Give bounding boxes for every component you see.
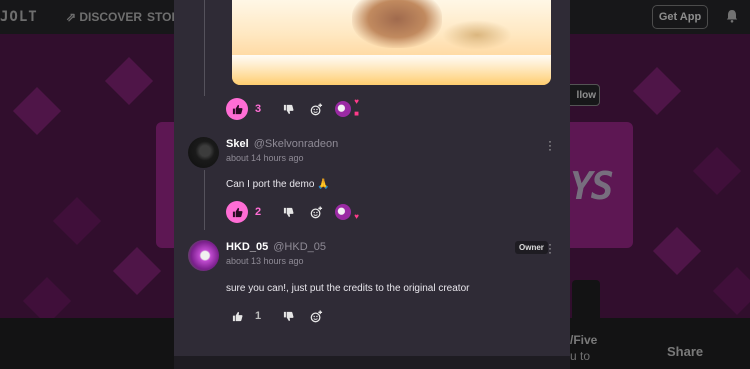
thumbs-down-icon xyxy=(283,311,293,321)
like-button[interactable] xyxy=(226,98,248,120)
more-icon[interactable]: · · · xyxy=(548,238,552,258)
heart-icon: ■ xyxy=(354,109,359,118)
like-count: 1 xyxy=(255,310,262,322)
add-reaction-button[interactable] xyxy=(307,100,325,118)
comment-handle[interactable]: @Skelvonradeon xyxy=(254,138,339,150)
avatar[interactable] xyxy=(188,240,219,271)
comment-username[interactable]: HKD_05 xyxy=(226,241,268,253)
like-count: 3 xyxy=(255,103,262,115)
like-button[interactable] xyxy=(226,305,248,327)
thumbs-up-icon xyxy=(232,104,242,114)
post-image[interactable] xyxy=(232,0,551,85)
comment-text: sure you can!, just put the credits to t… xyxy=(226,283,470,294)
comments-modal: 3 ♥ ■ Skel @Skelvonradeon about 14 hours… xyxy=(174,0,570,369)
comment-handle[interactable]: @HKD_05 xyxy=(273,241,326,253)
comment-text: Can I port the demo 🙏 xyxy=(226,179,330,190)
add-reaction-icon xyxy=(310,309,322,322)
like-button[interactable] xyxy=(226,201,248,223)
thread-line xyxy=(204,0,205,96)
like-count: 2 xyxy=(255,206,262,218)
comment-actions: 2 ♥ xyxy=(226,201,359,223)
comment-username[interactable]: Skel xyxy=(226,138,249,150)
owner-badge: Owner xyxy=(515,241,548,254)
thumbs-up-icon xyxy=(232,311,242,321)
add-reaction-icon xyxy=(310,102,322,115)
thumbs-up-icon xyxy=(232,207,242,217)
comment-time: about 14 hours ago xyxy=(226,153,304,163)
thumbs-down-icon xyxy=(283,207,293,217)
more-icon[interactable]: · · · xyxy=(548,135,552,155)
add-reaction-button[interactable] xyxy=(307,203,325,221)
avatar[interactable] xyxy=(188,137,219,168)
heart-icon: ♥ xyxy=(354,97,359,106)
heart-icon: ♥ xyxy=(354,212,359,221)
add-reaction-icon xyxy=(310,205,322,218)
reactor-avatar[interactable]: ♥ ■ xyxy=(335,98,359,118)
modal-footer xyxy=(174,356,570,369)
comment-actions: 1 xyxy=(226,305,325,327)
reactor-avatar[interactable]: ♥ xyxy=(335,204,359,221)
dislike-button[interactable] xyxy=(279,203,297,221)
post-actions: 3 ♥ ■ xyxy=(226,98,359,120)
comment-time: about 13 hours ago xyxy=(226,256,304,266)
add-reaction-button[interactable] xyxy=(307,307,325,325)
thumbs-down-icon xyxy=(283,104,293,114)
dislike-button[interactable] xyxy=(279,307,297,325)
dislike-button[interactable] xyxy=(279,100,297,118)
